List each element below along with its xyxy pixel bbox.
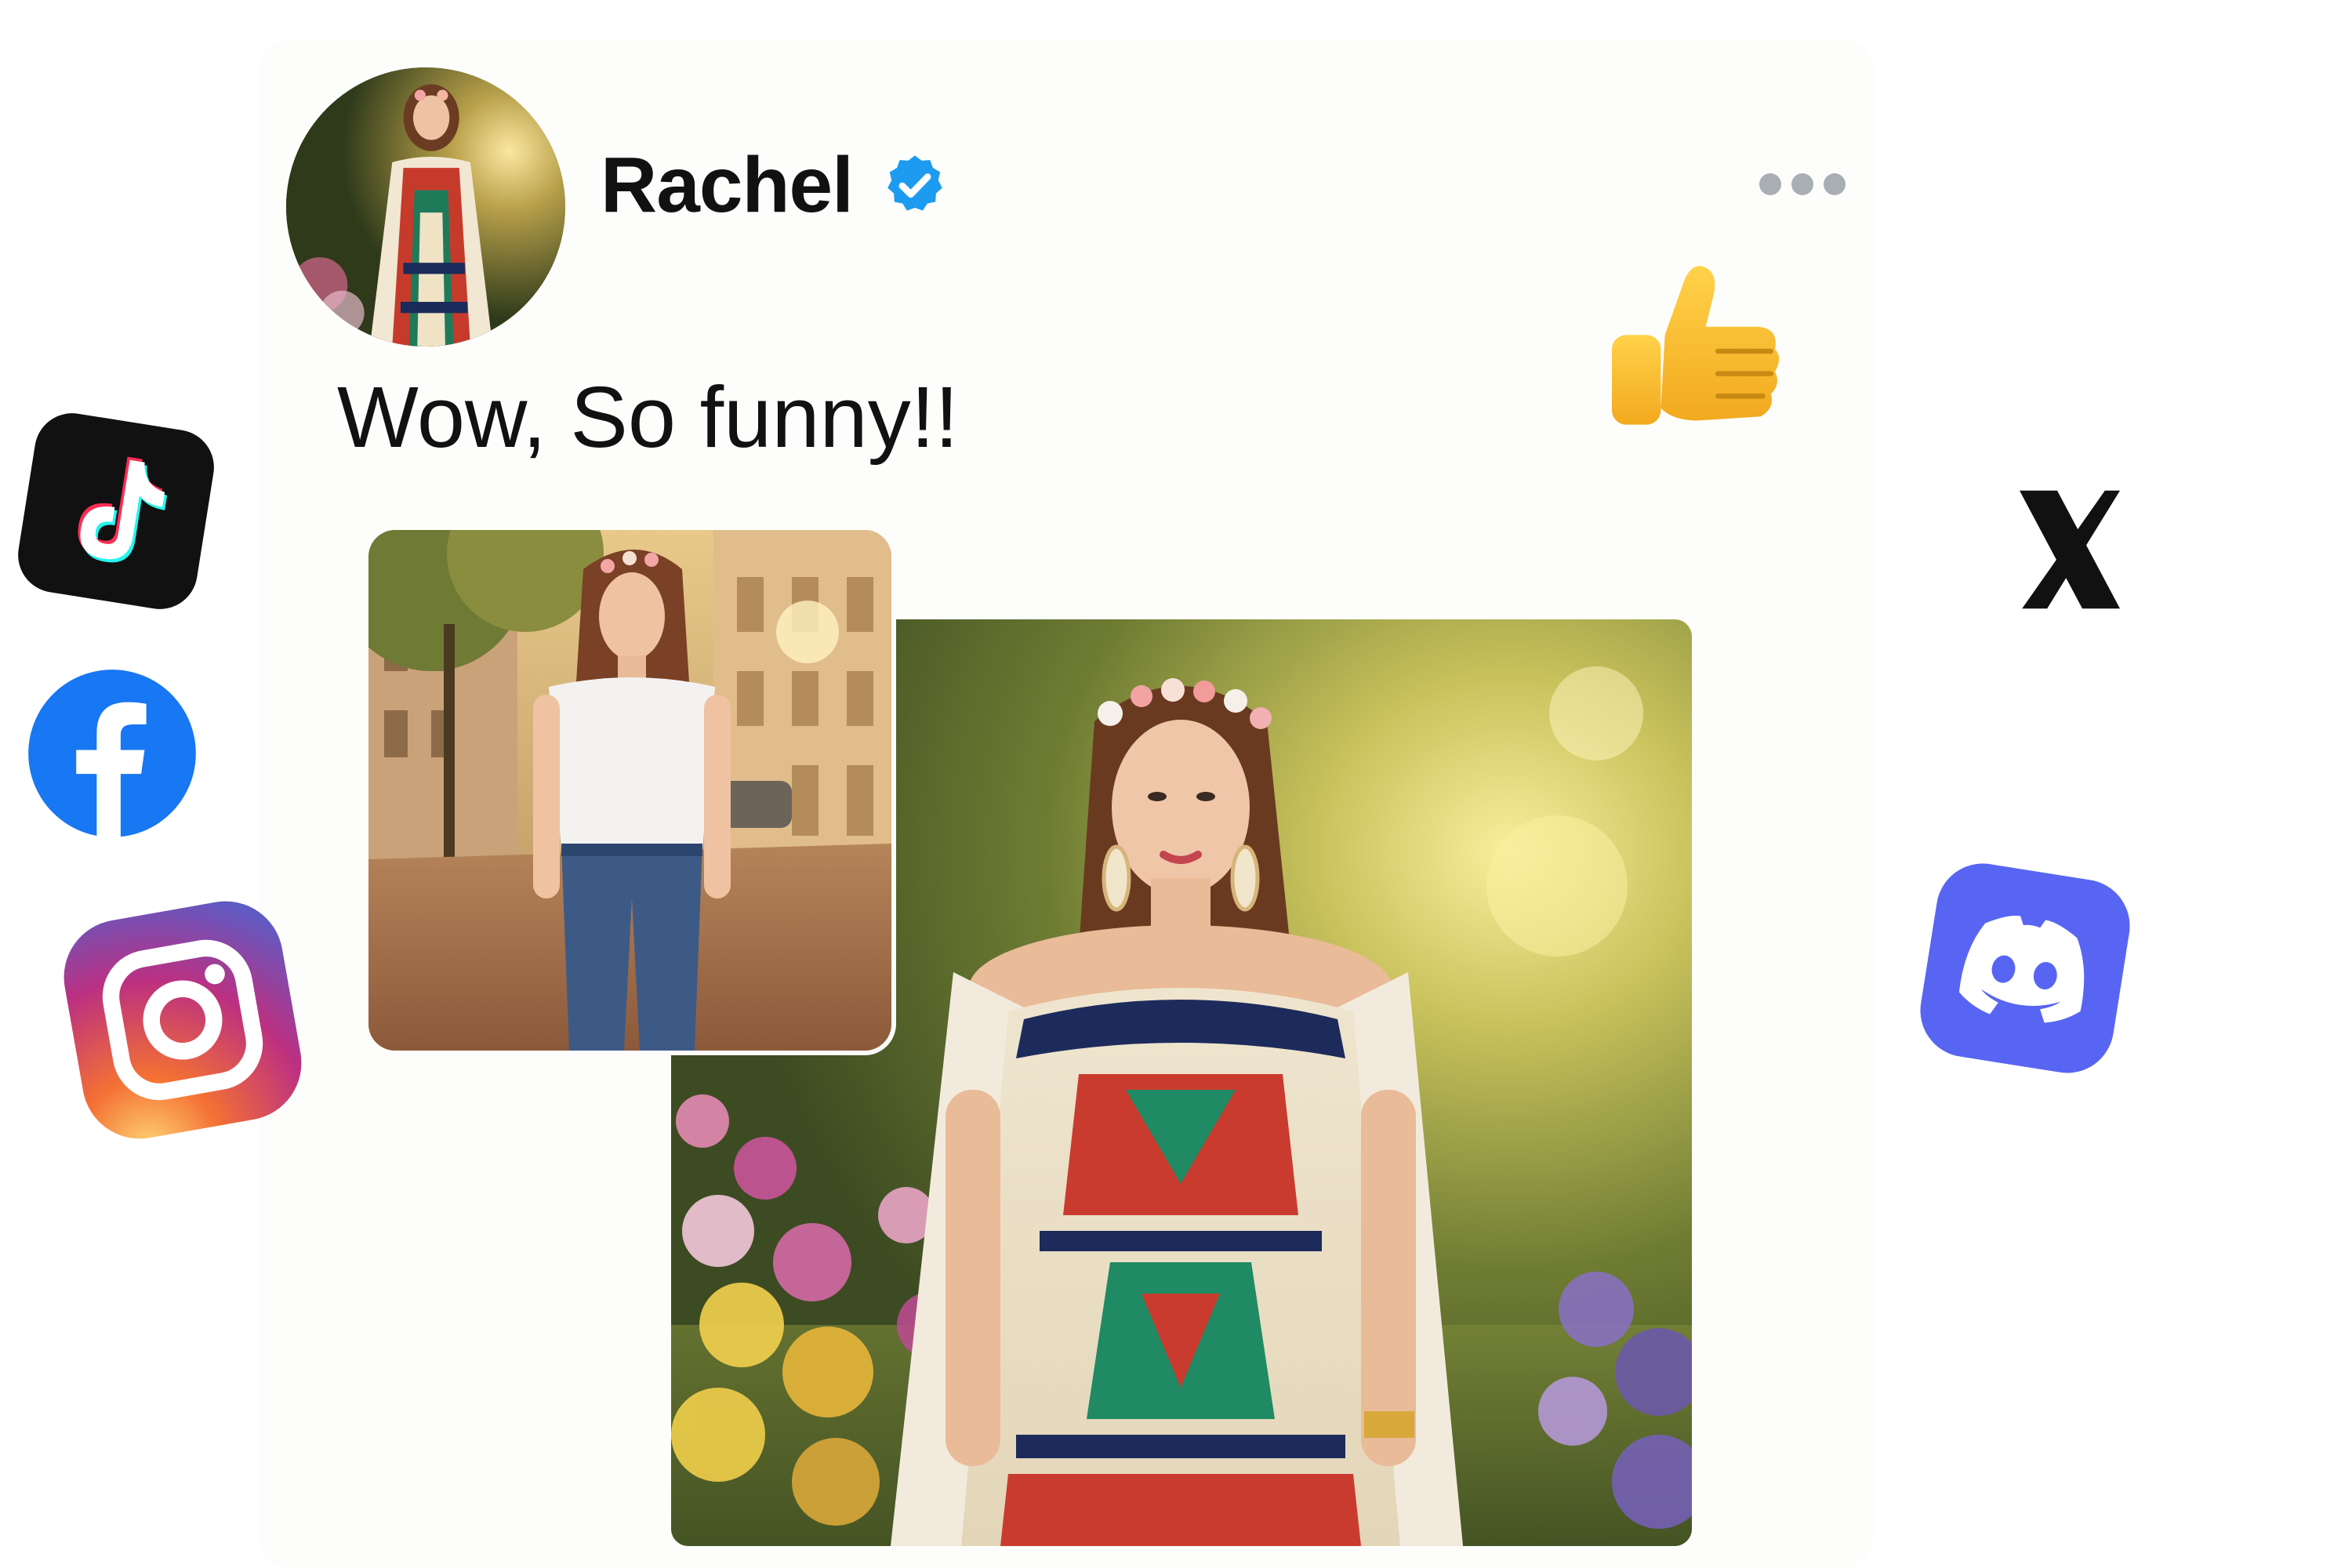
- discord-icon[interactable]: [1904, 848, 2147, 1090]
- post-image-street[interactable]: [368, 530, 891, 1051]
- post-text: Wow, So funny!!: [337, 369, 959, 466]
- thumbs-up-icon[interactable]: [1592, 249, 1795, 453]
- woman-white-tshirt-street-photo: [368, 530, 891, 1051]
- more-options-button[interactable]: [1759, 165, 1846, 204]
- more-horizontal-icon: [1759, 173, 1781, 195]
- avatar-photo: [286, 67, 565, 347]
- avatar[interactable]: [286, 67, 565, 347]
- tiktok-icon[interactable]: [9, 404, 224, 619]
- facebook-icon[interactable]: [27, 668, 198, 839]
- x-icon[interactable]: [2007, 480, 2132, 619]
- instagram-icon[interactable]: [44, 881, 321, 1159]
- verified-badge-icon: [881, 151, 949, 219]
- author-name[interactable]: Rachel: [601, 140, 854, 230]
